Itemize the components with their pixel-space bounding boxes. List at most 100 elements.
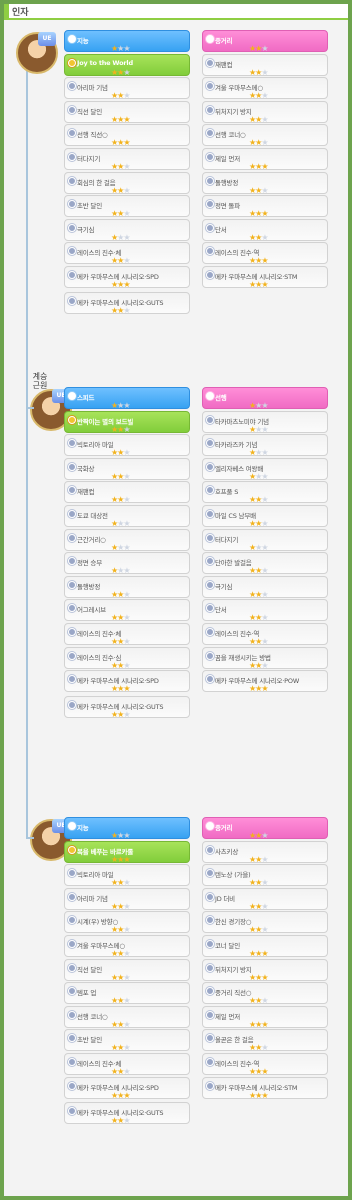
factor-stars: ★★★: [249, 855, 269, 864]
factor-blue[interactable]: 지능 ★★★: [64, 817, 190, 840]
factor-pink[interactable]: 선행 ★★★: [202, 387, 328, 410]
character-avatar[interactable]: UE: [16, 32, 58, 74]
factor-white[interactable]: 회심의 한 걸음 ★★★: [64, 171, 190, 194]
factor-white[interactable]: 제일 먼저 ★★★: [202, 148, 328, 171]
factor-white[interactable]: 겨울 우마무스메○ ★★★: [202, 77, 328, 101]
factor-white[interactable]: 빅토리아 마일 ★★★: [64, 434, 190, 457]
factor-white[interactable]: 근간거리○ ★★★: [64, 528, 190, 551]
factor-dot-icon: [68, 700, 76, 709]
factor-dot-icon: [68, 247, 76, 256]
factor-white[interactable]: 정면 돌파 ★★★: [202, 195, 328, 218]
factor-white[interactable]: 돌행방정 ★★★: [64, 575, 190, 598]
star-filled-icon: ★: [261, 949, 268, 958]
factor-white[interactable]: 텐노상 (가을) ★★★: [202, 864, 328, 887]
factor-white[interactable]: 레이스의 진수·심 ★★★: [64, 646, 190, 669]
factor-white[interactable]: 겨울 우마무스메○ ★★★: [64, 935, 190, 958]
factor-white[interactable]: 선행 코너○ ★★★: [64, 1005, 190, 1028]
factor-white[interactable]: 초반 달인 ★★★: [64, 195, 190, 218]
factor-dot-icon: [206, 415, 214, 424]
factor-white[interactable]: JD 더비 ★★★: [202, 887, 328, 910]
factor-white[interactable]: 레이스의 진수·체 ★★★: [64, 623, 190, 646]
star-empty-icon: ★: [123, 972, 130, 982]
header-accent-bar: [4, 4, 9, 18]
factor-white[interactable]: 레이스의 진수·역 ★★★: [202, 623, 328, 646]
factor-white[interactable]: 제일 먼저 ★★★: [202, 1005, 328, 1028]
factor-white[interactable]: 메카 우마무스메 시나리오·POW ★★★: [202, 670, 328, 693]
factor-dot-icon: [206, 392, 214, 400]
factor-white[interactable]: 초반 달인 ★★★: [64, 1029, 190, 1053]
factor-white[interactable]: 아리마 기념 ★★★: [64, 77, 190, 100]
factor-stars: ★★★: [249, 472, 269, 481]
factor-white[interactable]: 메카 우마무스메 시나리오·GUTS ★★★: [64, 1102, 190, 1125]
factor-white[interactable]: 빅토리아 마일 ★★★: [64, 864, 190, 887]
factor-white[interactable]: 선행 코너○ ★★★: [202, 124, 328, 147]
factor-green[interactable]: Joy to the World ★★★: [64, 53, 190, 76]
factor-white[interactable]: 메카 우마무스메 시나리오·SPD ★★★: [64, 266, 190, 289]
factor-label: 국화상: [77, 464, 95, 473]
factor-white[interactable]: 돌행방정 ★★★: [202, 171, 328, 194]
factor-white[interactable]: 레이스의 진수·체 ★★★: [64, 1053, 190, 1076]
factor-white[interactable]: 국화상 ★★★: [64, 457, 190, 480]
factor-pink[interactable]: 중거리 ★★★: [202, 30, 328, 53]
factor-white[interactable]: 사츠키상 ★★★: [202, 840, 328, 864]
factor-white[interactable]: 레이스의 진수·역 ★★★: [202, 1053, 328, 1076]
factor-white[interactable]: 터다지기 ★★★: [202, 528, 328, 551]
factor-label: 중거리 직선○: [215, 989, 252, 998]
factor-white[interactable]: 메카 우마무스메 시나리오·SPD ★★★: [64, 670, 190, 693]
factor-white[interactable]: 타카라즈카 기념 ★★★: [202, 434, 328, 457]
factor-white[interactable]: 한신 경기장○ ★★★: [202, 911, 328, 934]
factor-pink[interactable]: 중거리 ★★★: [202, 817, 328, 840]
factor-white[interactable]: 재팬컵 ★★★: [64, 481, 190, 504]
factor-white[interactable]: 터다지기 ★★★: [64, 148, 190, 171]
factor-white[interactable]: 아리마 기념 ★★★: [64, 887, 190, 910]
factor-blue[interactable]: 지능 ★★★: [64, 30, 190, 53]
star-empty-icon: ★: [123, 1043, 130, 1053]
factor-white[interactable]: 단서 ★★★: [202, 218, 328, 242]
factor-white[interactable]: 레이스의 진수·역 ★★★: [202, 242, 328, 265]
factor-stars: ★★★: [111, 997, 131, 1005]
factor-white[interactable]: 템포 업 ★★★: [64, 982, 190, 1005]
factor-white[interactable]: 메카 우마무스메 시나리오·STM ★★★: [202, 1076, 328, 1099]
factor-white[interactable]: 직선 달인 ★★★: [64, 958, 190, 982]
factor-label: 직선 달인: [77, 965, 102, 974]
factor-dot-icon: [206, 82, 214, 91]
factor-white[interactable]: 엘리자베스 여왕배 ★★★: [202, 457, 328, 481]
factor-white[interactable]: 단아한 발걸음 ★★★: [202, 552, 328, 575]
factor-white[interactable]: 뒤처지기 방지 ★★★: [202, 958, 328, 981]
factor-stars: ★★★: [249, 233, 269, 242]
factor-stars: ★★★: [111, 233, 131, 242]
factor-blue[interactable]: 스피드 ★★★: [64, 387, 190, 410]
factor-green[interactable]: 복을 베푸는 바르카롤 ★★★: [64, 840, 190, 863]
factor-white[interactable]: 호프풀 S ★★★: [202, 481, 328, 504]
factor-white[interactable]: 꿈을 재생시키는 방법 ★★★: [202, 646, 328, 669]
factor-white[interactable]: 마일 CS 남부배 ★★★: [202, 505, 328, 528]
factor-white[interactable]: 뒤처지기 방지 ★★★: [202, 100, 328, 123]
factor-white[interactable]: 올곧은 한 걸음 ★★★: [202, 1029, 328, 1052]
factor-white[interactable]: 선행 직선○ ★★★: [64, 124, 190, 147]
factor-white[interactable]: 극기심 ★★★: [64, 218, 190, 242]
factor-dot-icon: [206, 916, 214, 925]
factor-green[interactable]: 반짝이는 별의 보드빌 ★★★: [64, 410, 190, 433]
factor-white[interactable]: 시계(우) 방향○ ★★★: [64, 911, 190, 934]
factor-white[interactable]: 메카 우마무스메 시나리오·SPD ★★★: [64, 1076, 190, 1099]
factor-white[interactable]: 극기심 ★★★: [202, 575, 328, 598]
factor-white[interactable]: 코너 달인 ★★★: [202, 935, 328, 958]
factor-label: 선행 직선○: [77, 131, 108, 140]
factor-stars: ★★★: [249, 926, 269, 934]
factor-white[interactable]: 타카마츠노미야 기념 ★★★: [202, 410, 328, 433]
factor-white[interactable]: 메카 우마무스메 시나리오·STM ★★★: [202, 266, 328, 289]
factor-white[interactable]: 중거리 직선○ ★★★: [202, 982, 328, 1005]
factor-white[interactable]: 도쿄 대상전 ★★★: [64, 505, 190, 528]
factor-stars: ★★★: [249, 257, 269, 265]
factor-white[interactable]: 어그레시브 ★★★: [64, 599, 190, 622]
factor-white[interactable]: 단서 ★★★: [202, 599, 328, 622]
factor-white[interactable]: 직선 달인 ★★★: [64, 100, 190, 123]
factor-white[interactable]: 정면 승부 ★★★: [64, 552, 190, 575]
factor-dot-icon: [68, 987, 76, 996]
factor-white[interactable]: 메카 우마무스메 시나리오·GUTS ★★★: [64, 695, 190, 718]
star-empty-icon: ★: [261, 91, 268, 101]
factor-white[interactable]: 재팬컵 ★★★: [202, 53, 328, 76]
factor-white[interactable]: 레이스의 진수·체 ★★★: [64, 242, 190, 265]
factor-white[interactable]: 메카 우마무스메 시나리오·GUTS ★★★: [64, 291, 190, 314]
factor-stars: ★★★: [111, 950, 131, 958]
